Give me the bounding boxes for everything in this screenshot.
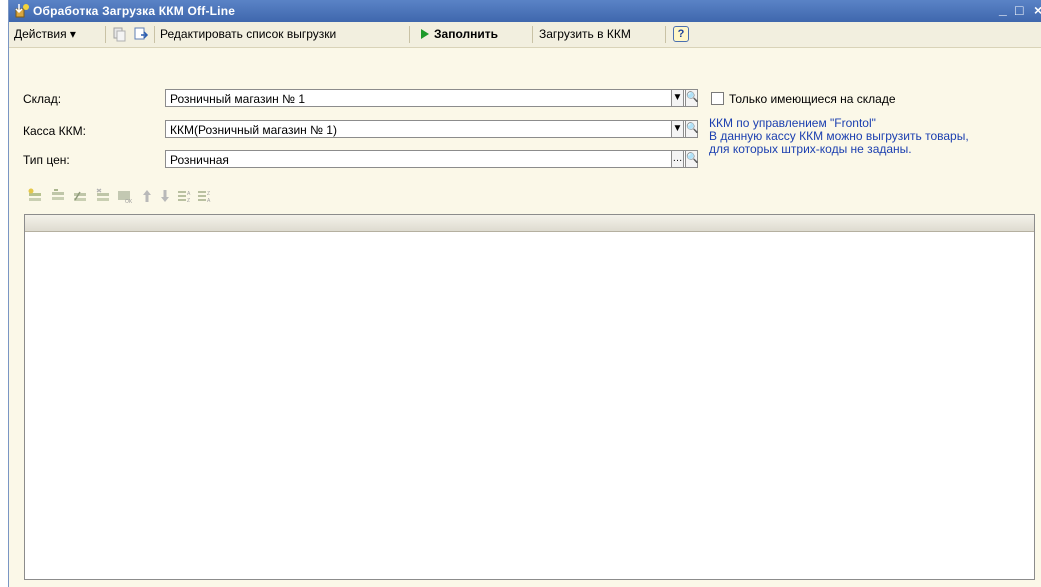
search-icon[interactable]: 🔍: [685, 89, 698, 107]
edit-row-icon[interactable]: [72, 188, 88, 204]
end-edit-icon[interactable]: OK: [116, 188, 132, 204]
toolbar-separator: [532, 26, 533, 43]
export-icon[interactable]: [133, 26, 149, 42]
copy-icon[interactable]: [111, 26, 127, 42]
search-icon[interactable]: 🔍: [685, 150, 698, 168]
kkm-info-note: ККМ по управлением "Frontol" В данную ка…: [709, 117, 969, 156]
dropdown-icon[interactable]: ▼: [671, 89, 684, 107]
app-icon: [15, 4, 29, 18]
note-line: для которых штрих-коды не заданы.: [709, 142, 912, 156]
toolbar-separator: [665, 26, 666, 43]
warehouse-value: Розничный магазин № 1: [170, 92, 306, 106]
maximize-button[interactable]: □: [1015, 2, 1023, 18]
warehouse-label: Склад:: [23, 92, 62, 106]
svg-text:A: A: [187, 191, 191, 197]
table-header: [25, 215, 1034, 232]
only-in-stock-label: Только имеющиеся на складе: [729, 92, 896, 106]
kkm-label: Касса ККМ:: [23, 124, 86, 138]
move-up-icon[interactable]: [139, 188, 155, 204]
warehouse-field[interactable]: Розничный магазин № 1 ▼ 🔍: [165, 89, 698, 107]
help-icon[interactable]: ?: [673, 26, 689, 42]
sort-ascending-icon[interactable]: AZ: [177, 188, 193, 204]
price-type-value: Розничная: [170, 153, 229, 167]
svg-text:Z: Z: [187, 198, 190, 204]
close-button[interactable]: ×: [1034, 2, 1041, 18]
toolbar: Действия ▾ Редактировать список выгрузки…: [9, 22, 1041, 48]
load-to-kkm-button[interactable]: Загрузить в ККМ: [539, 27, 631, 41]
dropdown-icon[interactable]: ▼: [671, 120, 684, 138]
svg-text:Z: Z: [207, 191, 210, 197]
play-icon[interactable]: [417, 26, 433, 42]
copy-row-icon[interactable]: [50, 188, 66, 204]
title-bar: Обработка Загрузка ККМ Off-Line _ □ ×: [9, 0, 1041, 22]
sort-descending-icon[interactable]: ZA: [197, 188, 213, 204]
window-title: Обработка Загрузка ККМ Off-Line: [33, 4, 236, 18]
move-down-icon[interactable]: [157, 188, 173, 204]
kkm-field[interactable]: ККМ(Розничный магазин № 1) ▼ 🔍: [165, 120, 698, 138]
toolbar-separator: [154, 26, 155, 43]
toolbar-separator: [409, 26, 410, 43]
search-icon[interactable]: 🔍: [685, 120, 698, 138]
delete-row-icon[interactable]: [95, 188, 111, 204]
actions-menu[interactable]: Действия ▾: [14, 27, 76, 41]
export-list-table[interactable]: [24, 214, 1035, 580]
toolbar-separator: [105, 26, 106, 43]
svg-text:OK: OK: [125, 199, 132, 204]
price-type-field[interactable]: Розничная … 🔍: [165, 150, 698, 168]
only-in-stock-checkbox[interactable]: [711, 92, 724, 105]
svg-text:A: A: [207, 198, 211, 204]
fill-button[interactable]: Заполнить: [434, 27, 498, 41]
add-row-icon[interactable]: [27, 188, 43, 204]
kkm-value: ККМ(Розничный магазин № 1): [170, 123, 337, 137]
ellipsis-button[interactable]: …: [671, 150, 684, 168]
price-type-label: Тип цен:: [23, 153, 70, 167]
edit-export-list-button[interactable]: Редактировать список выгрузки: [160, 27, 336, 41]
processing-window: Обработка Загрузка ККМ Off-Line _ □ × Де…: [8, 0, 1041, 587]
minimize-button[interactable]: _: [999, 1, 1007, 17]
